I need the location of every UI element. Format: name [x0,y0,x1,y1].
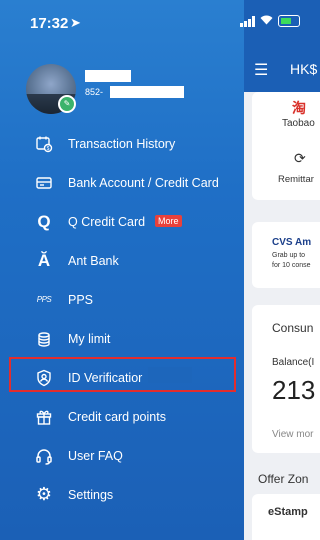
balance-amount: 213 [272,375,316,405]
menu-item-label: User FAQ [68,448,123,463]
menu-item-label: Bank Account / Credit Card [68,175,219,190]
limit-icon [34,329,54,349]
menu-item-bank-account[interactable]: Bank Account / Credit Card [0,163,244,202]
taobao-label[interactable]: Taobao [282,118,315,129]
battery-icon [278,15,300,27]
status-bar: 17:32 ➤ [0,0,320,44]
bank-card-icon [34,173,54,193]
balance-label: Balance(I [272,357,315,368]
taobao-logo-icon: 淘 [292,100,306,116]
menu-item-q-credit-card[interactable]: Q Q Credit Card More [0,202,244,241]
remittance-label[interactable]: Remittar [278,174,314,185]
signal-icon [240,15,255,27]
side-drawer: ✎ 852- $ Transaction History Bank Accoun… [0,0,244,540]
menu-item-label: Ant Bank [68,253,119,268]
menu-item-user-faq[interactable]: User FAQ [0,436,244,475]
phone-prefix: 852- [85,87,104,97]
menu-item-my-limit[interactable]: My limit [0,319,244,358]
cvs-promo-card[interactable]: CVS Am Grab up to for 10 conse [252,222,320,288]
pps-icon: PPS [36,295,52,304]
status-indicators [240,14,300,28]
menu-item-label: Transaction History [68,136,176,151]
cvs-title: CVS Am [272,237,312,248]
status-time: 17:32 [30,15,69,32]
background-app-panel: ☰ HK$ 淘 Taobao ⟳ Remittar CVS Am Grab up… [244,0,320,540]
settings-icon: ⚙ [35,484,53,504]
menu-item-label: Credit card points [68,409,166,424]
remittance-icon: ⟳ [294,150,306,166]
edit-avatar-icon[interactable]: ✎ [58,95,76,113]
menu-item-ant-bank[interactable]: Ă Ant Bank [0,241,244,280]
currency-label: HK$ [290,61,318,77]
headset-icon [34,446,54,466]
view-more-link[interactable]: View mor [272,429,314,440]
menu-item-label: Q Credit Card [68,214,146,229]
gift-icon [34,407,54,427]
phone-redacted [110,86,184,98]
id-verification-highlight [9,357,236,392]
menu-item-settings[interactable]: ⚙ Settings [0,475,244,514]
location-arrow-icon: ➤ [70,15,81,30]
services-card: 淘 Taobao ⟳ Remittar [252,92,320,200]
more-badge[interactable]: More [155,215,182,227]
cvs-line1: Grab up to [272,252,306,259]
consumption-card: Consun Balance(I 213 View mor [252,305,320,453]
offer-zone-title: Offer Zon [258,472,309,486]
menu-item-pps[interactable]: PPS PPS [0,280,244,319]
cvs-line2: for 10 conse [272,262,311,269]
transaction-history-icon: $ [34,134,54,154]
ant-bank-icon: Ă [37,250,51,270]
svg-text:$: $ [47,146,50,152]
q-credit-card-icon: Q [37,211,51,231]
username-redacted [85,70,131,82]
menu-item-transaction-history[interactable]: $ Transaction History [0,124,244,163]
estamp-card[interactable]: eStamp [252,494,320,540]
consumption-title: Consun [272,321,314,335]
menu-item-label: Settings [68,487,114,502]
hamburger-menu-icon[interactable]: ☰ [254,60,270,80]
redaction-mask [148,367,192,383]
estamp-title: eStamp [268,506,308,518]
wifi-icon [260,14,273,28]
menu-item-label: PPS [68,292,94,307]
menu-item-credit-card-points[interactable]: Credit card points [0,397,244,436]
menu-item-label: My limit [68,331,111,346]
